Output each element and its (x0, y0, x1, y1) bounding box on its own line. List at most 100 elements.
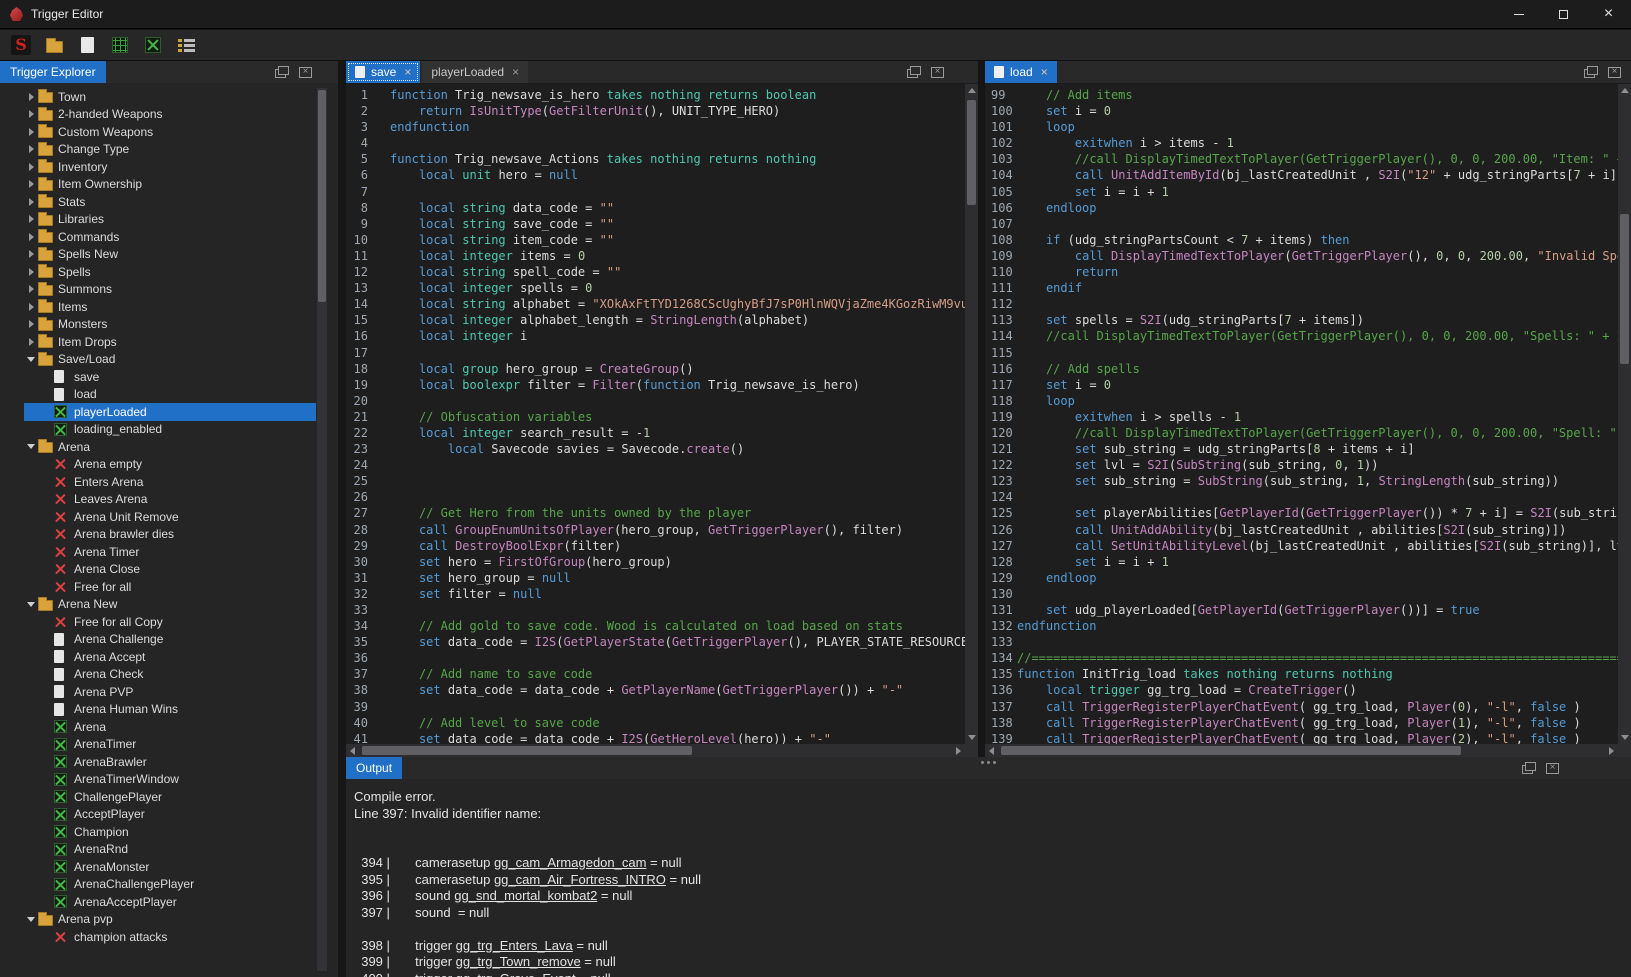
expand-arrow-icon[interactable] (24, 128, 38, 136)
tree-item-playerloaded[interactable]: playerLoaded (24, 403, 316, 421)
tree-item-champion-attacks[interactable]: champion attacks (24, 928, 316, 946)
expand-arrow-icon[interactable] (24, 285, 38, 293)
scroll-up-arrow[interactable] (1618, 84, 1631, 97)
save-code-editor[interactable]: 1function Trig_newsave_is_hero takes not… (346, 84, 965, 744)
tree-item-arenaacceptplayer[interactable]: ArenaAcceptPlayer (24, 893, 316, 911)
tree-item-load[interactable]: load (24, 386, 316, 404)
tab-close-icon[interactable] (404, 65, 411, 79)
tree-item-commands[interactable]: Commands (24, 228, 316, 246)
collapse-arrow-icon[interactable] (24, 602, 38, 607)
tree-item-summons[interactable]: Summons (24, 281, 316, 299)
scrollbar-thumb[interactable] (1620, 214, 1629, 364)
tree-item-loading-enabled[interactable]: loading_enabled (24, 421, 316, 439)
tree-item-items[interactable]: Items (24, 298, 316, 316)
tree-item-town[interactable]: Town (24, 88, 316, 106)
export-script-button[interactable] (140, 33, 166, 58)
tree-item-arenatimerwindow[interactable]: ArenaTimerWindow (24, 771, 316, 789)
app-logo-button[interactable]: S (8, 33, 34, 58)
scroll-down-arrow[interactable] (965, 731, 978, 744)
tree-item-inventory[interactable]: Inventory (24, 158, 316, 176)
scrollbar-thumb[interactable] (362, 746, 692, 755)
tree-item-free-for-all-copy[interactable]: Free for all Copy (24, 613, 316, 631)
tree-item-custom-weapons[interactable]: Custom Weapons (24, 123, 316, 141)
close-panel-icon[interactable] (299, 67, 312, 78)
script-list-button[interactable] (173, 33, 199, 58)
tree-item-arena-close[interactable]: Arena Close (24, 561, 316, 579)
tree-item-arena-human-wins[interactable]: Arena Human Wins (24, 701, 316, 719)
tree-scrollbar-thumb[interactable] (318, 90, 326, 302)
tree-item-champion[interactable]: Champion (24, 823, 316, 841)
tree-item-arenarnd[interactable]: ArenaRnd (24, 841, 316, 859)
expand-arrow-icon[interactable] (24, 250, 38, 258)
scroll-right-arrow[interactable] (1605, 744, 1618, 757)
tree-item-arena-pvp[interactable]: Arena PVP (24, 683, 316, 701)
vertical-scrollbar[interactable] (965, 84, 978, 744)
tree-item-monsters[interactable]: Monsters (24, 316, 316, 334)
collapse-arrow-icon[interactable] (24, 357, 38, 362)
trigger-explorer-tab[interactable]: Trigger Explorer (0, 61, 106, 83)
tree-item-2-handed-weapons[interactable]: 2-handed Weapons (24, 106, 316, 124)
tree-item-arena-check[interactable]: Arena Check (24, 666, 316, 684)
horizontal-scrollbar[interactable] (985, 744, 1618, 757)
tree-item-enters-arena[interactable]: Enters Arena (24, 473, 316, 491)
tree-item-arenatimer[interactable]: ArenaTimer (24, 736, 316, 754)
editor-splitter[interactable] (978, 61, 985, 757)
expand-arrow-icon[interactable] (24, 163, 38, 171)
scrollbar-thumb[interactable] (1001, 746, 1461, 755)
scroll-left-arrow[interactable] (346, 744, 359, 757)
tab-output[interactable]: Output (346, 757, 402, 779)
tab-load[interactable]: load (985, 61, 1057, 83)
scroll-down-arrow[interactable] (1618, 731, 1631, 744)
tree-item-arenamonster[interactable]: ArenaMonster (24, 858, 316, 876)
tab-save[interactable]: save (346, 61, 420, 83)
tree-item-challengeplayer[interactable]: ChallengePlayer (24, 788, 316, 806)
tree-item-item-drops[interactable]: Item Drops (24, 333, 316, 351)
minimize-button[interactable] (1496, 0, 1541, 28)
tree-item-libraries[interactable]: Libraries (24, 211, 316, 229)
tree-item-acceptplayer[interactable]: AcceptPlayer (24, 806, 316, 824)
tree-item-arena-brawler-dies[interactable]: Arena brawler dies (24, 526, 316, 544)
scroll-up-arrow[interactable] (965, 84, 978, 97)
tree-scrollbar[interactable] (317, 88, 327, 971)
vertical-scrollbar[interactable] (1618, 84, 1631, 744)
tree-item-save-load[interactable]: Save/Load (24, 351, 316, 369)
scrollbar-thumb[interactable] (967, 100, 976, 205)
collapse-arrow-icon[interactable] (24, 917, 38, 922)
close-panel-icon[interactable] (931, 67, 944, 78)
tree-item-arena-empty[interactable]: Arena empty (24, 456, 316, 474)
tree-item-spells[interactable]: Spells (24, 263, 316, 281)
new-file-button[interactable] (74, 33, 100, 58)
horizontal-scrollbar[interactable] (346, 744, 965, 757)
tree-item-change-type[interactable]: Change Type (24, 141, 316, 159)
tree-item-spells-new[interactable]: Spells New (24, 246, 316, 264)
tree-item-arena-timer[interactable]: Arena Timer (24, 543, 316, 561)
expand-arrow-icon[interactable] (24, 338, 38, 346)
scroll-left-arrow[interactable] (985, 744, 998, 757)
maximize-button[interactable] (1541, 0, 1586, 28)
tree-item-arena-unit-remove[interactable]: Arena Unit Remove (24, 508, 316, 526)
tree-item-leaves-arena[interactable]: Leaves Arena (24, 491, 316, 509)
tree-item-save[interactable]: save (24, 368, 316, 386)
expand-arrow-icon[interactable] (24, 303, 38, 311)
close-panel-icon[interactable] (1608, 67, 1621, 78)
float-panel-icon[interactable] (907, 66, 921, 78)
expand-arrow-icon[interactable] (24, 268, 38, 276)
tree-item-arena-accept[interactable]: Arena Accept (24, 648, 316, 666)
expand-arrow-icon[interactable] (24, 320, 38, 328)
expand-arrow-icon[interactable] (24, 93, 38, 101)
expand-arrow-icon[interactable] (24, 145, 38, 153)
output-splitter-grip[interactable] (981, 761, 984, 764)
collapse-arrow-icon[interactable] (24, 444, 38, 449)
tree-item-arena[interactable]: Arena (24, 438, 316, 456)
explorer-splitter[interactable] (338, 61, 346, 977)
tab-close-icon[interactable] (1041, 65, 1048, 79)
variables-grid-button[interactable] (107, 33, 133, 58)
float-panel-icon[interactable] (275, 66, 289, 78)
tab-close-icon[interactable] (512, 65, 519, 79)
tree-item-stats[interactable]: Stats (24, 193, 316, 211)
tree-item-arena-new[interactable]: Arena New (24, 596, 316, 614)
tree-item-arena-challenge[interactable]: Arena Challenge (24, 631, 316, 649)
expand-arrow-icon[interactable] (24, 233, 38, 241)
tree-item-free-for-all[interactable]: Free for all (24, 578, 316, 596)
open-folder-button[interactable] (41, 33, 67, 58)
